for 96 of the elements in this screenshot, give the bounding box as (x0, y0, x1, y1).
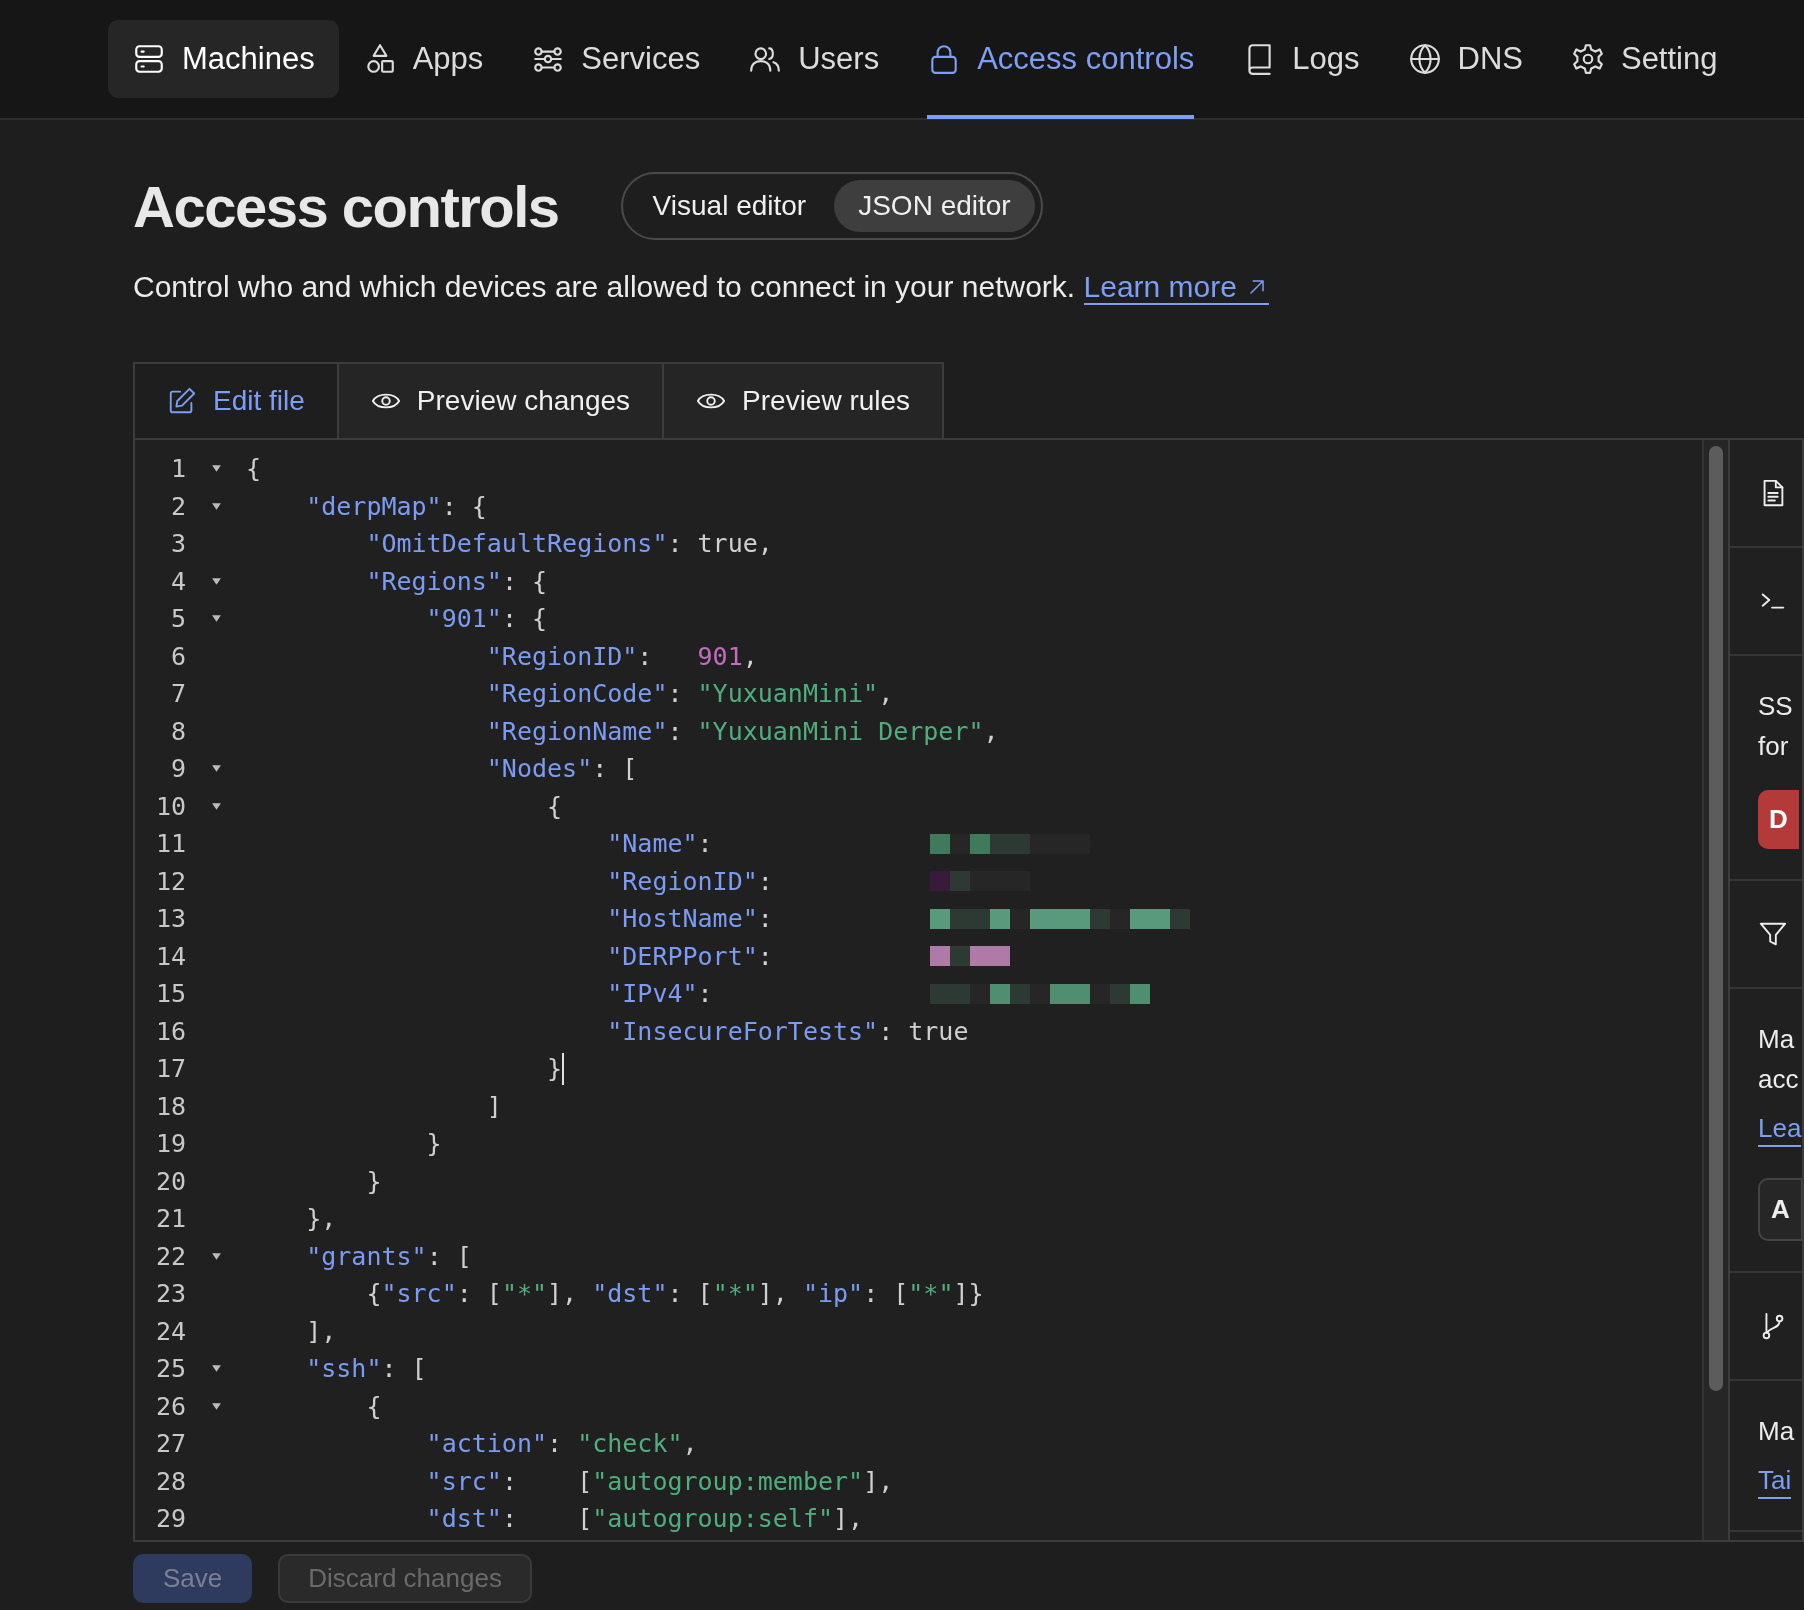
nav-tab[interactable]: Logs (1218, 0, 1384, 119)
page-title: Access controls (133, 172, 559, 240)
side-link[interactable]: Tai (1758, 1463, 1792, 1499)
line-number: 2 (169, 491, 186, 521)
code-line: "RegionID": 901, (485, 641, 758, 671)
fold-triangle-icon[interactable] (210, 763, 222, 775)
side-text: Ma (1758, 1023, 1796, 1056)
line-number: 20 (154, 1166, 186, 1196)
code-line: "Name": (606, 829, 714, 859)
learn-more-link[interactable]: Learn more (1083, 270, 1270, 305)
globe-icon (1407, 42, 1442, 76)
code-line: "dst": ["autogroup:self"], (425, 1504, 864, 1534)
line-number: 28 (154, 1466, 186, 1496)
editor-tab[interactable]: Preview changes (338, 362, 665, 438)
code-line: "ssh": [ (305, 1354, 427, 1384)
line-number: 29 (154, 1504, 186, 1534)
code-line: "IPv4": (606, 979, 714, 1009)
side-text: SS (1758, 690, 1794, 723)
fold-triangle-icon[interactable] (210, 800, 222, 812)
code-line: "HostName": (606, 904, 774, 934)
line-number: 5 (169, 604, 186, 634)
line-number: 4 (169, 566, 186, 596)
code-line: "OmitDefaultRegions": true, (365, 529, 773, 559)
nav-tab[interactable]: Machines (108, 20, 339, 98)
code-line: } (546, 1054, 563, 1084)
side-button[interactable]: A (1758, 1178, 1802, 1241)
line-number: 9 (169, 754, 186, 784)
mode-option[interactable]: JSON editor (834, 180, 1035, 232)
side-text: acc (1758, 1063, 1800, 1096)
code-line: "RegionName": "YuxuanMini Derper", (485, 716, 999, 746)
line-number: 26 (154, 1391, 186, 1421)
code-line: "Nodes": [ (485, 754, 638, 784)
scrollbar-thumb[interactable] (1709, 446, 1723, 1391)
line-number: 22 (154, 1241, 186, 1271)
side-button[interactable]: D (1758, 790, 1799, 849)
server-icon (132, 42, 166, 76)
fold-triangle-icon[interactable] (210, 575, 222, 587)
nav-tab[interactable]: Apps (338, 0, 508, 119)
page-description: Control who and which devices are allowed to connect in your network. Learn more (133, 270, 1804, 304)
code-line: } (365, 1166, 382, 1196)
code-line: ], (305, 1316, 337, 1346)
code-line: "RegionCode": "YuxuanMini", (485, 679, 894, 709)
nav-tab[interactable]: Services (507, 0, 725, 119)
fold-triangle-icon[interactable] (210, 1363, 222, 1375)
line-number: 6 (169, 641, 186, 671)
line-number: 19 (154, 1129, 186, 1159)
code-line: } (425, 1129, 442, 1159)
line-number: 1 (169, 454, 186, 484)
line-number: 16 (154, 1016, 186, 1046)
fold-triangle-icon[interactable] (210, 463, 222, 475)
side-text: Ma (1758, 1415, 1796, 1448)
line-number: 21 (154, 1204, 186, 1234)
nav-tab[interactable]: Users (724, 0, 904, 119)
side-text: for (1758, 730, 1790, 763)
code-line: "action": "check", (425, 1429, 698, 1459)
code-line: {"src": ["*"], "dst": ["*"], "ip": ["*"]} (365, 1279, 984, 1309)
fold-triangle-icon[interactable] (210, 1400, 222, 1412)
code-line: "DERPPort": (606, 941, 774, 971)
line-number: 15 (154, 979, 186, 1009)
line-number: 8 (169, 716, 186, 746)
code-line: { (365, 1391, 382, 1421)
line-number: 10 (154, 791, 186, 821)
line-number: 27 (154, 1429, 186, 1459)
line-number: 23 (154, 1279, 186, 1309)
line-number: 12 (154, 866, 186, 896)
line-number: 14 (154, 941, 186, 971)
code-line: "901": { (425, 604, 548, 634)
fold-triangle-icon[interactable] (210, 613, 222, 625)
code-line: "derpMap": { (305, 491, 487, 521)
fold-triangle-icon[interactable] (210, 1250, 222, 1262)
line-number: 7 (169, 679, 186, 709)
code-line: { (546, 791, 563, 821)
mode-option[interactable]: Visual editor (628, 180, 831, 232)
line-number: 24 (154, 1316, 186, 1346)
editor-tab[interactable]: Edit file (133, 362, 339, 438)
code-line: "grants": [ (305, 1241, 472, 1271)
code-line: "src": ["autogroup:member"], (425, 1466, 894, 1496)
line-number: 25 (154, 1354, 186, 1384)
code-line: ] (485, 1091, 502, 1121)
nav-tab[interactable]: Setting (1546, 0, 1742, 119)
editor-tab[interactable]: Preview rules (664, 362, 945, 438)
settings-icon (1570, 42, 1605, 76)
nav-tab[interactable]: DNS (1383, 0, 1547, 119)
code-line: "InsecureForTests": true (606, 1016, 969, 1046)
line-number: 17 (154, 1054, 186, 1084)
side-link[interactable]: Lea (1758, 1111, 1802, 1147)
fold-triangle-icon[interactable] (210, 500, 222, 512)
code-line: "RegionID": (606, 866, 774, 896)
code-line: }, (305, 1204, 337, 1234)
line-number: 11 (154, 829, 186, 859)
code-line: "Regions": { (365, 566, 548, 596)
edit-icon (167, 386, 197, 416)
line-number: 3 (169, 529, 186, 559)
code-line: { (246, 454, 262, 484)
line-number: 18 (154, 1091, 186, 1121)
line-number: 13 (154, 904, 186, 934)
